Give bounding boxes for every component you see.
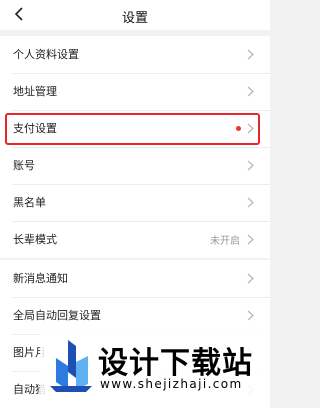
header-bar: 设置 [0, 0, 270, 30]
chevron-right-icon [247, 49, 254, 60]
row-label: 地址管理 [13, 85, 57, 98]
chevron-right-icon [247, 86, 254, 97]
row-account[interactable]: 账号 [0, 147, 270, 184]
row-label: 全局自动回复设置 [13, 309, 101, 322]
row-label: 新消息通知 [13, 272, 68, 285]
settings-group-account: 个人资料设置 地址管理 支付设置 账号 黑名单 长辈模式 未开启 [0, 36, 270, 258]
row-personal-info[interactable]: 个人资料设置 [0, 36, 270, 73]
chevron-right-icon [247, 160, 254, 171]
row-elder-mode[interactable]: 长辈模式 未开启 [0, 221, 270, 258]
chevron-right-icon [247, 310, 254, 321]
chevron-right-icon [247, 273, 254, 284]
elder-mode-status: 未开启 [210, 236, 240, 247]
payment-row-highlight-box [5, 113, 260, 145]
row-label: 账号 [13, 159, 35, 172]
row-blacklist[interactable]: 黑名单 [0, 184, 270, 221]
row-label: 个人资料设置 [13, 48, 79, 61]
row-address[interactable]: 地址管理 [0, 73, 270, 110]
row-label: 长辈模式 [13, 233, 57, 246]
watermark-logo-icon [50, 340, 92, 392]
chevron-right-icon [247, 197, 254, 208]
row-new-message-notification[interactable]: 新消息通知 [0, 260, 270, 297]
page-title: 设置 [121, 11, 148, 26]
watermark-url: www.shejizhaji.com [100, 377, 243, 391]
row-auto-reply[interactable]: 全局自动回复设置 [0, 297, 270, 334]
chevron-right-icon [247, 234, 254, 245]
watermark: 设计下载站 www.shejizhaji.com [40, 334, 270, 397]
row-label: 黑名单 [13, 196, 46, 209]
watermark-text: 设计下载站 [98, 346, 253, 381]
